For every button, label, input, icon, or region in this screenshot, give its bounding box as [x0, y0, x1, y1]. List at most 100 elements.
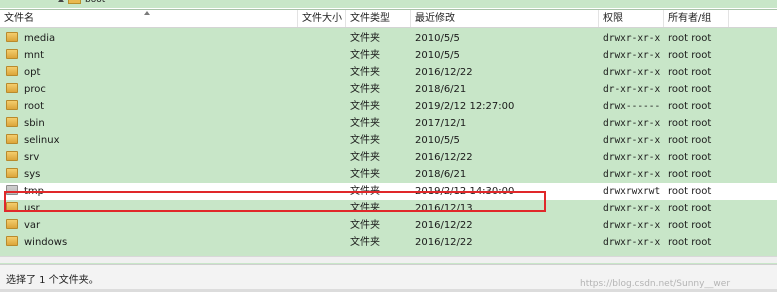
folder-icon — [6, 32, 18, 42]
column-header-owner[interactable]: 所有者/组 — [664, 10, 729, 27]
table-row[interactable]: root 文件夹 2019/2/12 12:27:00 drwx------ root … — [0, 98, 777, 115]
file-type: 文件夹 — [350, 33, 380, 44]
permissions: drwxr-xr-x — [603, 33, 661, 44]
breadcrumb: boot — [0, 0, 777, 8]
file-list-pane: 文件名 文件大小 文件类型 最近修改 权限 所有者/组 media 文件夹 2010… — [0, 9, 777, 264]
folder-icon — [6, 236, 18, 246]
permissions: drwxr-xr-x — [603, 135, 661, 146]
permissions: drwxr-xr-x — [603, 118, 661, 129]
folder-icon — [6, 134, 18, 144]
modified-date: 2016/12/22 — [415, 152, 473, 163]
owner-group: root root — [668, 169, 712, 180]
file-name: root — [24, 101, 45, 112]
file-type: 文件夹 — [350, 67, 380, 78]
table-row[interactable]: media 文件夹 2010/5/5 drwxr-xr-x root root — [0, 30, 777, 47]
table-row[interactable]: sbin 文件夹 2017/12/1 drwxr-xr-x root root — [0, 115, 777, 132]
owner-group: root root — [668, 220, 712, 231]
horizontal-scrollbar[interactable] — [0, 256, 777, 263]
modified-date: 2010/5/5 — [415, 50, 460, 61]
owner-group: root root — [668, 186, 712, 197]
table-row[interactable]: proc 文件夹 2018/6/21 dr-xr-xr-x root root — [0, 81, 777, 98]
file-type: 文件夹 — [350, 152, 380, 163]
modified-date: 2017/12/1 — [415, 118, 467, 129]
folder-icon — [6, 117, 18, 127]
file-name: var — [24, 220, 41, 231]
file-type: 文件夹 — [350, 101, 380, 112]
folder-icon — [6, 83, 18, 93]
file-name: mnt — [24, 50, 44, 61]
table-row[interactable]: var 文件夹 2016/12/22 drwxr-xr-x root root — [0, 217, 777, 234]
status-text: 选择了 1 个文件夹。 — [6, 275, 99, 286]
permissions: drwxr-xr-x — [603, 237, 661, 248]
permissions: drwxr-xr-x — [603, 220, 661, 231]
file-name: windows — [24, 237, 68, 248]
modified-date: 2018/6/21 — [415, 84, 467, 95]
folder-icon — [6, 219, 18, 229]
sort-ascending-icon — [144, 11, 150, 15]
file-name: opt — [24, 67, 41, 78]
table-row[interactable]: windows 文件夹 2016/12/22 drwxr-xr-x root root — [0, 234, 777, 251]
table-row[interactable]: opt 文件夹 2016/12/22 drwxr-xr-x root root — [0, 64, 777, 81]
permissions: drwxr-xr-x — [603, 67, 661, 78]
folder-icon — [68, 0, 81, 4]
folder-icon — [6, 100, 18, 110]
table-row[interactable]: sys 文件夹 2018/6/21 drwxr-xr-x root root — [0, 166, 777, 183]
column-header-permissions[interactable]: 权限 — [599, 10, 664, 27]
folder-icon — [6, 66, 18, 76]
modified-date: 2010/5/5 — [415, 33, 460, 44]
file-name: selinux — [24, 135, 60, 146]
file-rows: media 文件夹 2010/5/5 drwxr-xr-x root root mnt 文… — [0, 30, 777, 251]
owner-group: root root — [668, 135, 712, 146]
owner-group: root root — [668, 237, 712, 248]
folder-icon — [6, 168, 18, 178]
file-name: sbin — [24, 118, 45, 129]
watermark: https://blog.csdn.net/Sunny__wer — [580, 279, 731, 289]
file-type: 文件夹 — [350, 118, 380, 129]
permissions: dr-xr-xr-x — [603, 84, 661, 95]
expand-arrow-icon — [58, 0, 64, 2]
status-bar: 选择了 1 个文件夹。 https://blog.csdn.net/Sunny_… — [0, 264, 777, 290]
file-name: proc — [24, 84, 46, 95]
owner-group: root root — [668, 118, 712, 129]
file-type: 文件夹 — [350, 237, 380, 248]
folder-icon — [6, 49, 18, 59]
file-name: media — [24, 33, 56, 44]
modified-date: 2019/2/12 12:27:00 — [415, 101, 515, 112]
file-type: 文件夹 — [350, 169, 380, 180]
table-row[interactable]: mnt 文件夹 2010/5/5 drwxr-xr-x root root — [0, 47, 777, 64]
breadcrumb-segment-boot[interactable]: boot — [58, 0, 105, 5]
permissions: drwxr-xr-x — [603, 50, 661, 61]
permissions: drwx------ — [603, 101, 661, 112]
folder-icon — [6, 151, 18, 161]
file-type: 文件夹 — [350, 84, 380, 95]
column-header-name[interactable]: 文件名 — [0, 10, 298, 27]
modified-date: 2016/12/22 — [415, 220, 473, 231]
modified-date: 2018/6/21 — [415, 169, 467, 180]
owner-group: root root — [668, 101, 712, 112]
permissions: drwxr-xr-x — [603, 152, 661, 163]
highlight-box — [4, 191, 546, 212]
column-header-size[interactable]: 文件大小 — [298, 10, 346, 27]
file-type: 文件夹 — [350, 220, 380, 231]
column-header-type[interactable]: 文件类型 — [346, 10, 411, 27]
column-header-modified[interactable]: 最近修改 — [411, 10, 599, 27]
owner-group: root root — [668, 50, 712, 61]
table-row[interactable]: selinux 文件夹 2010/5/5 drwxr-xr-x root root — [0, 132, 777, 149]
file-type: 文件夹 — [350, 50, 380, 61]
modified-date: 2016/12/22 — [415, 237, 473, 248]
owner-group: root root — [668, 203, 712, 214]
owner-group: root root — [668, 33, 712, 44]
modified-date: 2016/12/22 — [415, 67, 473, 78]
breadcrumb-label: boot — [85, 0, 106, 5]
permissions: drwxrwxrwt — [603, 186, 661, 197]
column-header-row: 文件名 文件大小 文件类型 最近修改 权限 所有者/组 — [0, 10, 777, 28]
file-name: sys — [24, 169, 41, 180]
file-type: 文件夹 — [350, 135, 380, 146]
modified-date: 2010/5/5 — [415, 135, 460, 146]
permissions: drwxr-xr-x — [603, 169, 661, 180]
file-name: srv — [24, 152, 40, 163]
permissions: drwxr-xr-x — [603, 203, 661, 214]
owner-group: root root — [668, 152, 712, 163]
table-row[interactable]: srv 文件夹 2016/12/22 drwxr-xr-x root root — [0, 149, 777, 166]
owner-group: root root — [668, 84, 712, 95]
